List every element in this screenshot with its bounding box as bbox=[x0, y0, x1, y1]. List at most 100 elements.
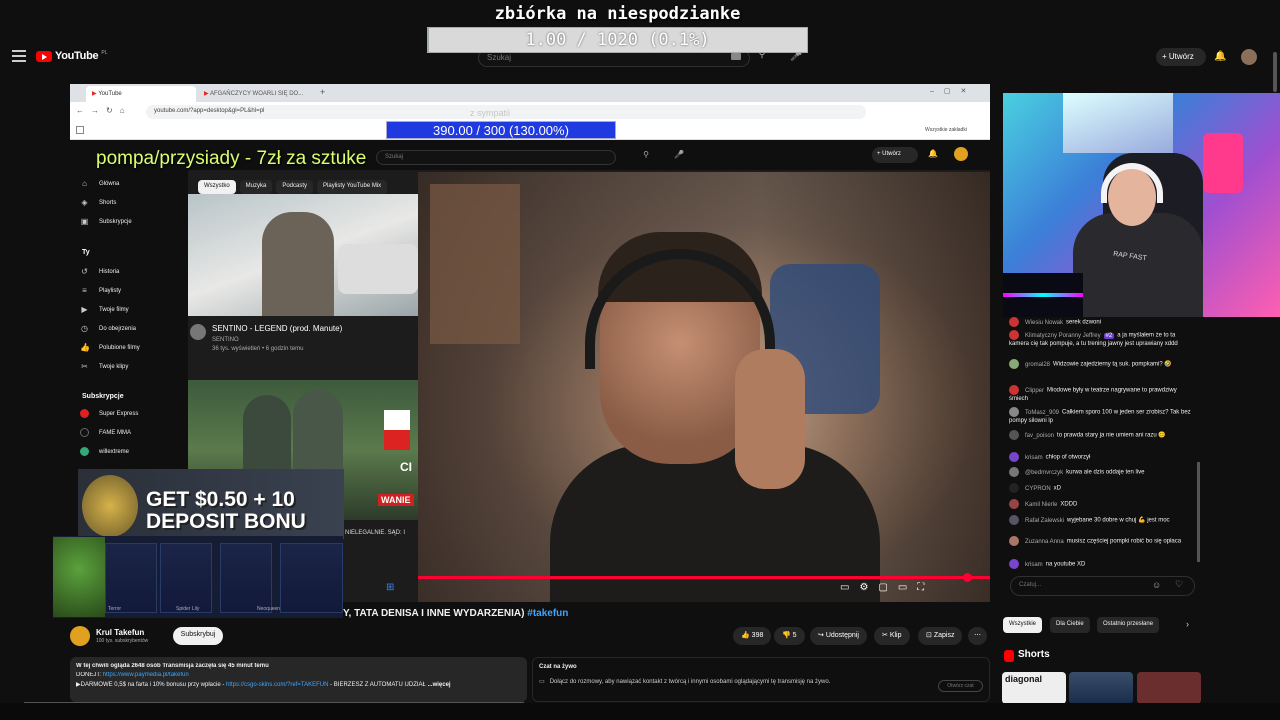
sidebar-item-clips[interactable]: ✂ Twoje klipy bbox=[80, 357, 180, 376]
channel-subscribers: 100 tys. subskrybentów bbox=[96, 638, 149, 644]
cam-window bbox=[1063, 93, 1173, 153]
chat-input[interactable]: Czatuj... bbox=[1010, 576, 1195, 596]
chat-author[interactable]: gromal28 bbox=[1025, 362, 1050, 368]
chip-for-you[interactable]: Dla Ciebie bbox=[1050, 617, 1090, 633]
chat-author[interactable]: Klimatyczny Poranny Jeffrey bbox=[1025, 333, 1101, 339]
chat-author[interactable]: ToMasz_909 bbox=[1025, 410, 1059, 416]
chat-avatar[interactable] bbox=[1009, 359, 1019, 369]
description-box[interactable]: W tej chwili ogląda 2648 osób Transmisja… bbox=[70, 657, 527, 702]
youtube-logo[interactable]: YouTube PL bbox=[36, 50, 107, 62]
scrollbar-thumb[interactable] bbox=[1273, 52, 1277, 92]
feed-channel-avatar[interactable] bbox=[190, 324, 206, 340]
window-controls[interactable]: –▢✕ bbox=[930, 87, 976, 95]
sidebar-item-shorts[interactable]: ◈ Shorts bbox=[80, 193, 180, 212]
heart-icon[interactable]: ♡ bbox=[1175, 579, 1183, 590]
inner-create-button[interactable]: + Utwórz bbox=[872, 147, 918, 163]
browser-nav-icons[interactable]: ←→↻⌂ bbox=[76, 106, 132, 115]
save-button[interactable]: ⊡ Zapisz bbox=[918, 627, 963, 645]
feed-thumbnail-1[interactable] bbox=[188, 194, 418, 316]
inner-search-icon[interactable]: ⚲ bbox=[638, 150, 654, 165]
chat-avatar[interactable] bbox=[1009, 452, 1019, 462]
dislike-button[interactable]: 👎 5 bbox=[774, 627, 805, 645]
video-progress-bar[interactable] bbox=[418, 576, 990, 579]
open-chat-button[interactable]: Otwórz czat bbox=[938, 680, 983, 692]
chat-author[interactable]: Wiesiu Nowak bbox=[1025, 320, 1063, 326]
feed-video-channel[interactable]: SENTINO bbox=[212, 337, 239, 343]
clip-button[interactable]: ✂ Klip bbox=[874, 627, 910, 645]
browser-tab-youtube[interactable]: ▶ YouTube bbox=[86, 86, 196, 102]
chat-avatar[interactable] bbox=[1009, 330, 1019, 340]
create-button[interactable]: + Utwórz bbox=[1156, 48, 1206, 66]
sidebar-item-home[interactable]: ⌂ Główna bbox=[80, 174, 180, 193]
channel-avatar[interactable] bbox=[70, 626, 90, 646]
chip-all-right[interactable]: Wszystkie bbox=[1003, 617, 1042, 633]
chat-author[interactable]: krisam bbox=[1025, 562, 1043, 568]
chat-avatar[interactable] bbox=[1009, 515, 1019, 525]
inner-search-input[interactable]: Szukaj bbox=[376, 150, 616, 165]
chip-podcasts[interactable]: Podcasty bbox=[276, 180, 314, 194]
chat-author[interactable]: Clipper bbox=[1025, 388, 1044, 394]
donate-link[interactable]: https://www.paymedia.pl/takefun bbox=[103, 672, 189, 678]
emoji-icon[interactable]: ☺ bbox=[1152, 580, 1161, 590]
promo-link[interactable]: https://csgo-skins.com/?ref=TAKEFUN bbox=[226, 682, 328, 688]
short-thumbnail[interactable] bbox=[1137, 672, 1201, 704]
more-actions-icon[interactable]: ⋯ bbox=[968, 627, 987, 645]
feed-video-title[interactable]: SENTINO - LEGEND (prod. Manute) bbox=[212, 324, 342, 333]
sidebar-item-subscriptions[interactable]: ▣ Subskrypcje bbox=[80, 212, 180, 231]
short-thumbnail[interactable] bbox=[1069, 672, 1133, 704]
chat-author[interactable]: krisam bbox=[1025, 455, 1043, 461]
inner-avatar[interactable] bbox=[954, 147, 968, 161]
goal-progress-bar: 1.00 / 1020 (0.1%) bbox=[427, 27, 808, 53]
chat-avatar[interactable] bbox=[1009, 499, 1019, 509]
chat-author[interactable]: @bedmvrczyk bbox=[1025, 470, 1063, 476]
keyboard-icon[interactable] bbox=[731, 53, 741, 60]
sidebar-item-liked[interactable]: 👍 Polubione filmy bbox=[80, 338, 180, 357]
short-thumbnail[interactable]: diagonal bbox=[1002, 672, 1066, 704]
chat-avatar[interactable] bbox=[1009, 317, 1019, 327]
browser-tab-video[interactable]: ▶ AFGAŃCZYCY WOARLI SIĘ DO... bbox=[198, 86, 313, 102]
sidebar-sub-super-express[interactable]: Super Express bbox=[80, 404, 180, 423]
sidebar-sub-willextreme[interactable]: willextreme bbox=[80, 442, 180, 461]
chat-avatar[interactable] bbox=[1009, 430, 1019, 440]
sidebar-sub-fame-mma[interactable]: FAME MMA bbox=[80, 423, 180, 442]
sidebar-item-your-videos[interactable]: ▶ Twoje filmy bbox=[80, 300, 180, 319]
avatar[interactable] bbox=[1241, 49, 1257, 65]
chat-author[interactable]: fav_poison bbox=[1025, 433, 1054, 439]
sidebar-you-heading[interactable]: Ty bbox=[82, 249, 90, 256]
chat-author[interactable]: Kamil Nierle bbox=[1025, 502, 1057, 508]
chip-recently-uploaded[interactable]: Ostatnio przesłane bbox=[1097, 617, 1160, 633]
chip-mix[interactable]: Playlisty YouTube Mix bbox=[317, 180, 388, 194]
chip-music[interactable]: Muzyka bbox=[239, 180, 273, 194]
sidebar-item-watch-later[interactable]: ◷ Do obejrzenia bbox=[80, 319, 180, 338]
bell-icon[interactable]: 🔔 bbox=[1214, 51, 1226, 62]
sidebar-item-history[interactable]: ↺ Historia bbox=[80, 262, 180, 281]
chat-author[interactable]: CYPRON bbox=[1025, 486, 1051, 492]
chat-avatar[interactable] bbox=[1009, 385, 1019, 395]
video-hashtag[interactable]: #takefun bbox=[527, 608, 568, 619]
chevron-right-icon[interactable]: › bbox=[1186, 619, 1189, 629]
share-button[interactable]: ↪ Udostępnij bbox=[810, 627, 867, 645]
chat-avatar[interactable] bbox=[1009, 559, 1019, 569]
chat-avatar[interactable] bbox=[1009, 536, 1019, 546]
chat-avatar[interactable] bbox=[1009, 483, 1019, 493]
feed-video-title-2[interactable]: NIELEGALNIE. SĄD: I bbox=[345, 530, 405, 536]
menu-icon[interactable] bbox=[12, 50, 26, 62]
subscribe-button[interactable]: Subskrybuj bbox=[173, 627, 223, 645]
new-tab-icon[interactable]: + bbox=[320, 87, 325, 97]
like-button[interactable]: 👍 398 bbox=[733, 627, 772, 645]
apps-icon[interactable] bbox=[76, 126, 84, 134]
chat-avatar[interactable] bbox=[1009, 407, 1019, 417]
video-scrubber[interactable] bbox=[963, 573, 972, 582]
inner-bell-icon[interactable]: 🔔 bbox=[928, 149, 938, 158]
chip-all[interactable]: Wszystko bbox=[198, 180, 236, 194]
inner-mic-icon[interactable]: 🎤 bbox=[674, 150, 684, 159]
sidebar-item-playlists[interactable]: ≡ Playlisty bbox=[80, 281, 180, 300]
chat-author[interactable]: Zuzanna Anna bbox=[1025, 539, 1064, 545]
all-bookmarks[interactable]: Wszystkie zakładki bbox=[925, 127, 967, 133]
channel-name[interactable]: Krul Takefun bbox=[96, 628, 144, 637]
show-more-link[interactable]: ...więcej bbox=[428, 682, 451, 688]
chat-avatar[interactable] bbox=[1009, 467, 1019, 477]
chat-author[interactable]: Rafał Zalewski bbox=[1025, 518, 1064, 524]
chat-scrollbar[interactable] bbox=[1197, 462, 1200, 562]
player-controls[interactable]: ▭⚙▢▭⛶ bbox=[840, 582, 934, 593]
